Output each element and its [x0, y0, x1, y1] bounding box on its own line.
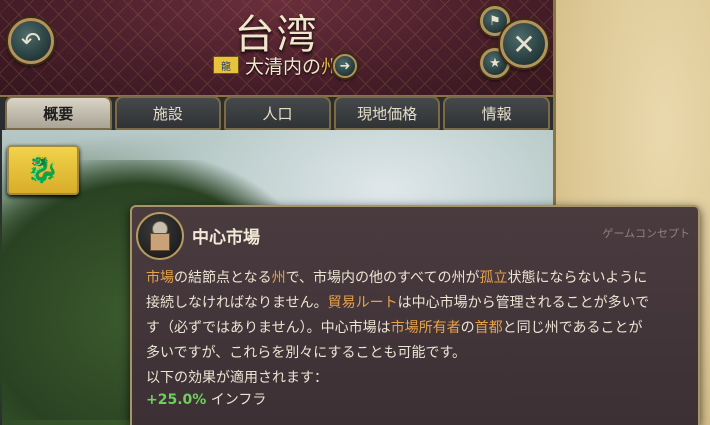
- qing-flag-icon[interactable]: 龍: [212, 56, 239, 74]
- tooltip-text: 接続しなければなりません。: [146, 295, 328, 311]
- tab-overview[interactable]: 概要: [5, 96, 112, 130]
- tooltip-body: 市場の結節点となる州で、市場内の他のすべての州が孤立状態にならないように 接続し…: [146, 266, 694, 391]
- tooltip-effect: +25.0% インフラ: [146, 389, 266, 409]
- tooltip-category: ゲームコンセプト: [602, 227, 690, 240]
- effect-value: +25.0%: [146, 392, 207, 408]
- concept-link-market[interactable]: 市場: [146, 270, 174, 286]
- go-to-country-button[interactable]: ➜: [333, 54, 357, 78]
- close-icon: ✕: [512, 27, 536, 61]
- tooltip-line: 多いですが、これらを別々にすることも可能です。: [146, 345, 467, 361]
- tab-buildings[interactable]: 施設: [114, 96, 222, 130]
- panel-header: 台湾 龍 大清内の州 ➜ ↶ ⚑ ★ ✕: [0, 0, 553, 97]
- tooltip-line: 市場の結節点となる州で、市場内の他のすべての州が孤立状態にならないように: [146, 266, 694, 291]
- tooltip-text: の結節点となる: [174, 270, 272, 286]
- back-button[interactable]: ↶: [8, 18, 54, 64]
- crate-icon: [150, 233, 170, 251]
- subtitle-row: 龍 大清内の州: [0, 50, 553, 80]
- subtitle-country: 大清内の: [244, 55, 321, 78]
- undo-icon: ↶: [20, 27, 42, 55]
- pin-icon: ⚑: [489, 13, 501, 29]
- tab-info[interactable]: 情報: [443, 96, 550, 130]
- arrow-right-icon: ➜: [339, 58, 351, 74]
- tooltip-text: 状態にならないように: [507, 270, 648, 286]
- tooltip-line: 以下の効果が適用されます：: [146, 370, 328, 386]
- tooltip-text: で、市場内の他のすべての州が: [285, 270, 480, 286]
- state-subtitle[interactable]: 大清内の州: [245, 52, 340, 79]
- tooltip-title: 中心市場: [192, 228, 260, 248]
- concept-link-market-owner[interactable]: 市場所有者: [391, 320, 461, 336]
- close-button[interactable]: ✕: [500, 20, 548, 68]
- tooltip-line: 接続しなければなりません。貿易ルートは中心市場から管理されることが多いで: [146, 291, 694, 316]
- effect-label: インフラ: [210, 392, 267, 408]
- tooltip-line: す（必ずではありません）。中心市場は市場所有者の首都と同じ州であることが: [146, 316, 694, 341]
- concept-link-state[interactable]: 州: [272, 270, 286, 286]
- concept-link-capital[interactable]: 首都: [475, 320, 503, 336]
- star-icon: ★: [489, 55, 501, 71]
- tab-local-prices[interactable]: 現地価格: [333, 96, 441, 130]
- tab-population[interactable]: 人口: [224, 96, 331, 130]
- tooltip-text: は中心市場から管理されることが多いで: [397, 295, 650, 311]
- tooltip-text: の: [460, 320, 475, 336]
- country-flag-icon[interactable]: 🐉: [7, 145, 79, 195]
- tooltip-text: と同じ州であることが: [502, 320, 643, 336]
- concept-tooltip: 中心市場 ゲームコンセプト 市場の結節点となる州で、市場内の他のすべての州が孤立…: [130, 205, 700, 425]
- concept-link-trade-route[interactable]: 貿易ルート: [328, 295, 398, 311]
- tooltip-text: す（必ずではありません）。中心市場は: [146, 320, 391, 336]
- concept-link-isolated[interactable]: 孤立: [480, 270, 508, 286]
- central-market-icon: [136, 212, 184, 260]
- panel-tabs: 概要 施設 人口 現地価格 情報: [5, 95, 550, 130]
